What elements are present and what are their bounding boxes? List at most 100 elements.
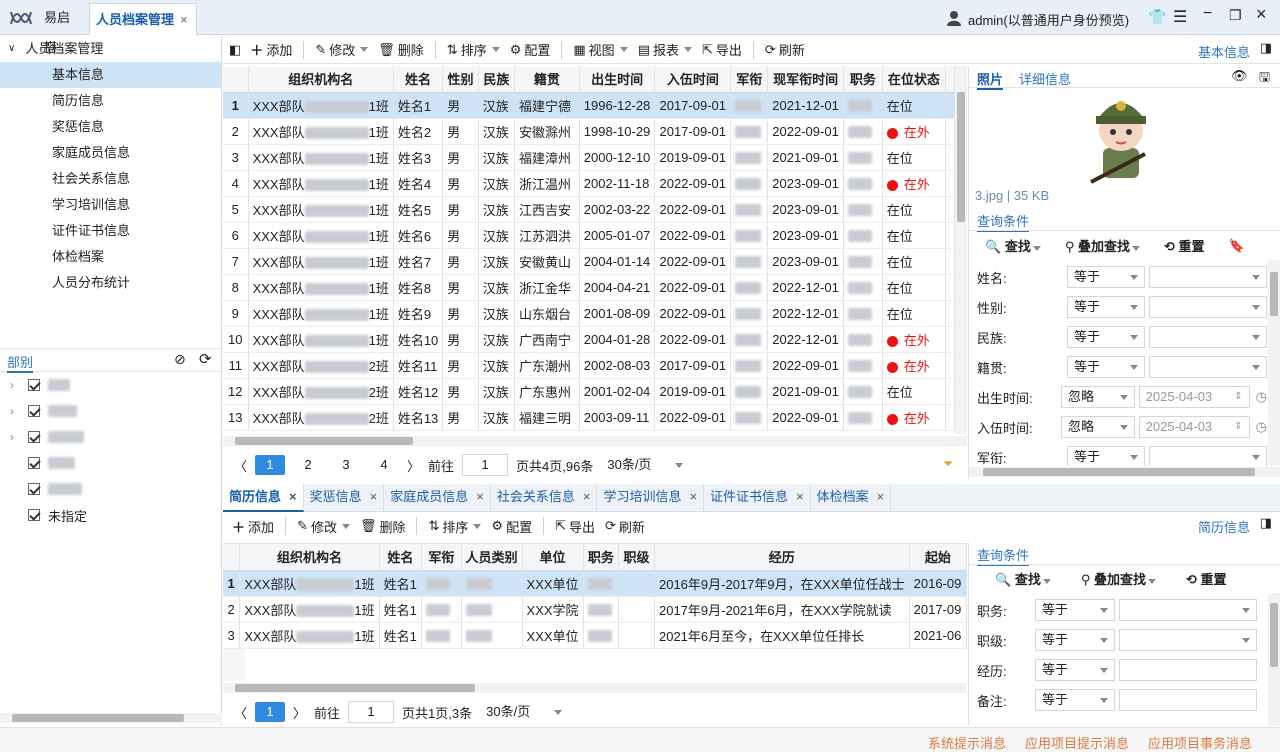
goto-page-input[interactable]: 1: [462, 454, 509, 476]
query-operator-select[interactable]: 忽略: [1060, 416, 1135, 438]
query-value-input[interactable]: [1119, 599, 1257, 621]
query-operator-select[interactable]: 等于: [1067, 326, 1145, 348]
sub-add-button[interactable]: ＋添加: [227, 513, 279, 539]
query-value-input[interactable]: [1119, 659, 1257, 681]
tree-item[interactable]: 体检档案: [0, 244, 221, 270]
theme-shirt-icon[interactable]: 👕: [1148, 8, 1167, 26]
table-row[interactable]: 2 XXX部队 1班 姓名1 XXX学院 2017年9月-2021年6月，在XXX学院就读…: [223, 596, 967, 623]
tree-item[interactable]: 学习培训信息: [0, 192, 221, 218]
table-row[interactable]: 10 XXX部队 1班 姓名10 男汉族 广西南宁 2004-01-28 2022-09-01…: [223, 326, 955, 353]
column-header[interactable]: 性别: [442, 66, 479, 93]
panel-right-icon[interactable]: ◨: [1260, 40, 1272, 56]
view-button[interactable]: ▦ 视图: [568, 37, 632, 63]
sub-tab[interactable]: 证件证书信息 ×: [704, 484, 811, 512]
dept-item[interactable]: [0, 450, 222, 476]
query-value-input[interactable]: [1149, 296, 1267, 318]
user-label[interactable]: admin(以普通用户身份预览): [968, 10, 1129, 29]
query-operator-select[interactable]: 等于: [1067, 446, 1145, 466]
sub-tab[interactable]: 奖惩信息 ×: [304, 484, 385, 512]
clock-icon[interactable]: ◷: [1256, 419, 1267, 435]
sub-tab[interactable]: 家庭成员信息 ×: [384, 484, 491, 512]
main-view-label[interactable]: 基本信息: [1198, 42, 1250, 61]
reset-button[interactable]: ⟲ 重置: [1186, 569, 1227, 588]
column-header[interactable]: 籍贯: [514, 66, 580, 93]
table-row[interactable]: 12 XXX部队 2班 姓名12 男汉族 广东惠州 2001-02-04 2019-09-01…: [223, 378, 955, 405]
table-row[interactable]: 3 XXX部队 1班 姓名1 XXX单位 2021年6月至今，在XXX单位任排长 2021-…: [223, 622, 967, 649]
column-header[interactable]: 职务: [843, 66, 883, 93]
checkbox[interactable]: [28, 379, 40, 391]
clock-icon[interactable]: ◷: [1256, 389, 1267, 405]
sub-edit-button[interactable]: ✎ 修改: [292, 513, 355, 539]
refresh-icon[interactable]: ⟳: [199, 350, 212, 368]
table-row[interactable]: 3 XXX部队 1班 姓名3 男汉族 福建漳州 2000-12-10 2019-09-01 20…: [223, 144, 955, 171]
window-close-icon[interactable]: ×: [1256, 4, 1267, 25]
table-row[interactable]: 13 XXX部队 2班 姓名13 男汉族 福建三明 2003-09-11 2022-09-01…: [223, 404, 955, 431]
goto-page-input[interactable]: 1: [348, 701, 395, 723]
table-row[interactable]: 6 XXX部队 1班 姓名6 男汉族 江苏泗洪 2005-01-07 2022-09-01 20…: [223, 222, 955, 249]
dept-item[interactable]: [0, 476, 222, 502]
query-value-input[interactable]: [1119, 629, 1257, 651]
sub-query-title[interactable]: 查询条件: [977, 545, 1030, 566]
edit-button[interactable]: ✎ 修改: [310, 37, 373, 63]
query-value-input[interactable]: [1149, 356, 1267, 378]
query-title[interactable]: 查询条件: [977, 211, 1030, 232]
reset-button[interactable]: ⟲ 重置: [1164, 236, 1205, 255]
column-header[interactable]: 现军衔时间: [767, 66, 844, 93]
menu-icon[interactable]: ☰: [1173, 7, 1187, 27]
sub-tab[interactable]: 学习培训信息 ×: [597, 484, 705, 512]
column-header[interactable]: 军衔: [421, 544, 462, 571]
tree-item[interactable]: 社会关系信息: [0, 166, 221, 192]
left-hscrollbar[interactable]: [0, 713, 222, 723]
query-value-input[interactable]: 2025-04-03 ⇕: [1138, 416, 1250, 438]
delete-button[interactable]: 🗑 删除: [373, 37, 429, 63]
close-icon[interactable]: ×: [689, 489, 697, 504]
page-1[interactable]: 1: [255, 702, 286, 722]
next-page-icon[interactable]: 〉: [293, 703, 306, 722]
column-header[interactable]: 组织机构名: [248, 66, 394, 93]
main-hscrollbar[interactable]: [223, 436, 967, 446]
find-button[interactable]: 🔍 查找: [985, 236, 1041, 255]
tree-item[interactable]: 基本信息: [0, 62, 221, 88]
table-row[interactable]: 5 XXX部队 1班 姓名5 男汉族 江西吉安 2002-03-22 2022-09-01 20…: [223, 196, 955, 223]
dept-item[interactable]: ›: [0, 372, 222, 398]
sub-tab[interactable]: 简历信息 ×: [223, 484, 304, 512]
panel-toggle-icon[interactable]: ◧: [229, 42, 241, 58]
column-header[interactable]: 单位: [522, 544, 584, 571]
column-header[interactable]: 姓名: [393, 66, 444, 93]
column-header[interactable]: 民族: [478, 66, 515, 93]
query-operator-select[interactable]: 忽略: [1060, 386, 1135, 408]
report-button[interactable]: ▤ 报表: [633, 37, 697, 63]
panel-right-icon[interactable]: ◨: [1260, 515, 1272, 531]
column-header[interactable]: 出生时间: [579, 66, 656, 93]
sub-view-label[interactable]: 简历信息: [1198, 517, 1250, 536]
add-find-button[interactable]: ⚲ 叠加查找: [1081, 569, 1156, 588]
config-button[interactable]: ⚙ 配置: [505, 37, 556, 63]
column-header[interactable]: 起始: [909, 544, 967, 571]
column-header[interactable]: 入伍时间: [654, 66, 732, 93]
tree-item[interactable]: 简历信息: [0, 88, 221, 114]
close-icon[interactable]: ×: [370, 489, 378, 504]
restore-icon[interactable]: ❐: [1229, 7, 1242, 24]
chevron-right-icon[interactable]: ›: [10, 430, 20, 444]
refresh-button[interactable]: ⟳ 刷新: [760, 37, 810, 63]
table-row[interactable]: 11 XXX部队 2班 姓名11 男汉族 广东潮州 2002-08-03 2017-09-01…: [223, 352, 955, 379]
sub-tab[interactable]: 社会关系信息 ×: [491, 484, 598, 512]
main-vscrollbar[interactable]: [955, 66, 967, 434]
close-icon[interactable]: ×: [476, 489, 484, 504]
minimize-icon[interactable]: −: [1203, 5, 1212, 23]
table-row[interactable]: 9 XXX部队 1班 姓名9 男汉族 山东烟台 2001-08-09 2022-09-01 20…: [223, 300, 955, 327]
sub-sort-button[interactable]: ⇅ 排序: [423, 513, 486, 539]
check-all-icon[interactable]: ⊘: [174, 351, 186, 368]
dept-item[interactable]: ›: [0, 398, 222, 424]
chevron-right-icon[interactable]: ›: [10, 378, 20, 392]
tree-item[interactable]: 人员分布统计: [0, 270, 221, 296]
chevron-right-icon[interactable]: ›: [10, 404, 20, 418]
query-operator-select[interactable]: 等于: [1067, 296, 1145, 318]
sub-query-vscrollbar[interactable]: [1268, 593, 1280, 726]
query-value-input[interactable]: 2025-04-03 ⇕: [1138, 386, 1250, 408]
project-message-link[interactable]: 应用项目提示消息: [1025, 733, 1129, 752]
page-4[interactable]: 4: [369, 455, 399, 475]
query-value-input[interactable]: [1119, 689, 1257, 711]
close-icon[interactable]: ×: [289, 489, 297, 504]
eye-icon[interactable]: 👁: [1231, 68, 1248, 84]
